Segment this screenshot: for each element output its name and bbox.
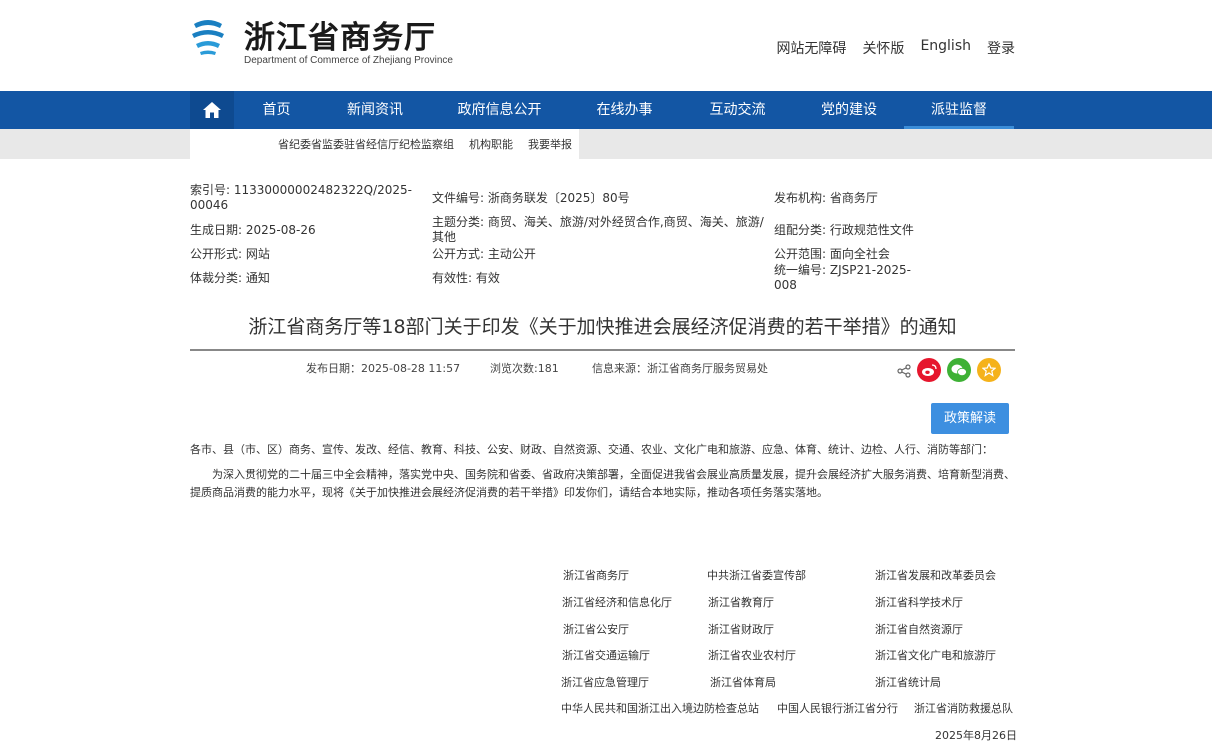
meta-publisher: 发布机构: 省商务厅 xyxy=(774,191,878,206)
view-count: 浏览次数:181 xyxy=(490,360,559,376)
dept-name: 浙江省交通运输厅 xyxy=(562,647,650,663)
policy-interpretation-button[interactable]: 政策解读 xyxy=(931,403,1009,434)
nav-item-gov-info[interactable]: 政府信息公开 xyxy=(431,91,568,129)
dept-name: 浙江省消防救援总队 xyxy=(914,700,1013,716)
body-paragraph: 为深入贯彻党的二十届三中全会精神，落实党中央、国务院和省委、省政府决策部署，全面… xyxy=(190,466,1016,502)
dept-name: 浙江省教育厅 xyxy=(708,594,774,610)
weibo-icon[interactable] xyxy=(917,358,941,382)
nav-home-button[interactable] xyxy=(190,91,234,129)
dept-name: 浙江省体育局 xyxy=(710,674,776,690)
site-header: 浙江省商务厅 Department of Commerce of Zhejian… xyxy=(0,0,1212,91)
wechat-glyph-icon xyxy=(951,363,967,377)
meta-topic: 主题分类: 商贸、海关、旅游/对外经贸合作,商贸、海关、旅游/ 其他 xyxy=(432,215,772,245)
dept-name: 中华人民共和国浙江出入境边防检查总站 xyxy=(561,700,759,716)
login-link[interactable]: 登录 xyxy=(987,38,1015,58)
info-source: 信息来源：浙江省商务厅服务贸易处 xyxy=(592,360,768,376)
dept-name: 浙江省应急管理厅 xyxy=(561,674,649,690)
dept-name: 中国人民银行浙江省分行 xyxy=(777,700,898,716)
share-icon[interactable] xyxy=(897,364,911,378)
dept-name: 浙江省农业农村厅 xyxy=(708,647,796,663)
main-nav: 首页 新闻资讯 政府信息公开 在线办事 互动交流 党的建设 派驻监督 xyxy=(0,91,1212,129)
nav-item-home[interactable]: 首页 xyxy=(234,91,319,129)
meta-org-class: 组配分类: 行政规范性文件 xyxy=(774,223,914,238)
meta-created: 生成日期: 2025-08-26 xyxy=(190,223,316,238)
weibo-glyph-icon xyxy=(921,363,937,377)
addressee-text: 各市、县（市、区）商务、宣传、发改、经信、教育、科技、公安、财政、自然资源、交通… xyxy=(190,441,1020,459)
nav-item-supervision[interactable]: 派驻监督 xyxy=(904,91,1014,129)
subnav-item-report[interactable]: 我要举报 xyxy=(528,136,572,152)
sign-date: 2025年8月26日 xyxy=(935,727,1017,743)
dept-name: 浙江省发展和改革委员会 xyxy=(875,567,996,583)
sub-nav: 省纪委省监委驻省经信厅纪检监察组 机构职能 我要举报 xyxy=(0,129,1212,159)
accessibility-link[interactable]: 网站无障碍 xyxy=(776,38,846,58)
english-link[interactable]: English xyxy=(920,38,971,58)
nav-item-news[interactable]: 新闻资讯 xyxy=(319,91,431,129)
nav-item-online-service[interactable]: 在线办事 xyxy=(568,91,681,129)
site-title[interactable]: 浙江省商务厅 xyxy=(244,12,436,57)
subnav-item-inspection-group[interactable]: 省纪委省监委驻省经信厅纪检监察组 xyxy=(278,136,454,152)
meta-scope: 公开范围: 面向全社会 xyxy=(774,247,890,262)
site-subtitle: Department of Commerce of Zhejiang Provi… xyxy=(244,55,453,66)
care-mode-link[interactable]: 关怀版 xyxy=(862,38,904,58)
dept-name: 中共浙江省委宣传部 xyxy=(707,567,806,583)
dept-name: 浙江省自然资源厅 xyxy=(875,621,963,637)
dept-name: 浙江省公安厅 xyxy=(563,621,629,637)
star-glyph-icon xyxy=(982,363,996,377)
top-links: 网站无障碍 关怀版 English 登录 xyxy=(776,38,1015,58)
department-logo-icon[interactable] xyxy=(190,18,226,56)
meta-validity: 有效性: 有效 xyxy=(432,271,500,286)
meta-doc-no: 文件编号: 浙商务联发〔2025〕80号 xyxy=(432,191,630,206)
document-title: 浙江省商务厅等18部门关于印发《关于加快推进会展经济促消费的若干举措》的通知 xyxy=(190,312,1015,339)
nav-item-party-building[interactable]: 党的建设 xyxy=(794,91,904,129)
home-icon xyxy=(202,101,222,119)
nav-item-interaction[interactable]: 互动交流 xyxy=(681,91,794,129)
favorite-icon[interactable] xyxy=(977,358,1001,382)
meta-genre: 体裁分类: 通知 xyxy=(190,271,270,286)
dept-name: 浙江省商务厅 xyxy=(563,567,629,583)
dept-name: 浙江省统计局 xyxy=(875,674,941,690)
title-divider xyxy=(190,349,1015,351)
meta-method: 公开方式: 主动公开 xyxy=(432,247,536,262)
wechat-icon[interactable] xyxy=(947,358,971,382)
meta-form: 公开形式: 网站 xyxy=(190,247,270,262)
dept-name: 浙江省文化广电和旅游厅 xyxy=(875,647,996,663)
dept-name: 浙江省科学技术厅 xyxy=(875,594,963,610)
dept-name: 浙江省财政厅 xyxy=(708,621,774,637)
subnav-item-functions[interactable]: 机构职能 xyxy=(469,136,513,152)
dept-name: 浙江省经济和信息化厅 xyxy=(562,594,672,610)
meta-unified-no: 统一编号: ZJSP21-2025- 008 xyxy=(774,263,954,293)
meta-index-no: 索引号: 11330000002482322Q/2025- 00046 xyxy=(190,183,420,213)
publish-date: 发布日期：2025-08-28 11:57 xyxy=(306,360,460,376)
